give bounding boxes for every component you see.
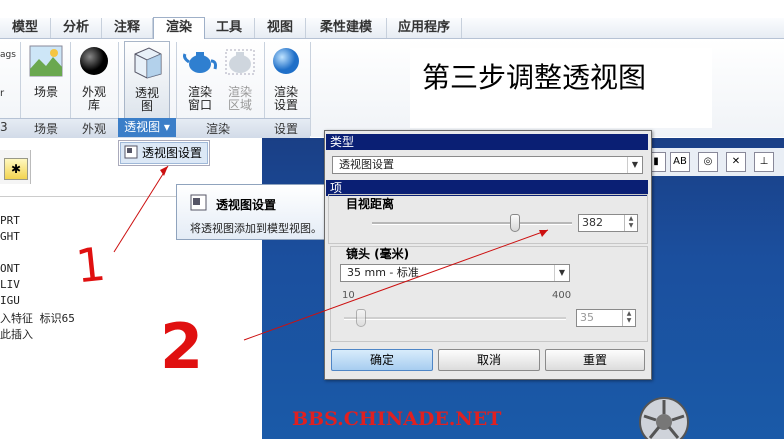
annotation-arrow-1 [113, 165, 169, 253]
handwritten-number-2: 2 [160, 310, 204, 383]
annotation-arrow-2 [243, 229, 549, 341]
arrow-head-icon [160, 166, 168, 176]
handwritten-number-1: 1 [73, 236, 109, 294]
annotation-overlay [113, 165, 549, 341]
arrow-head-icon [539, 230, 548, 237]
